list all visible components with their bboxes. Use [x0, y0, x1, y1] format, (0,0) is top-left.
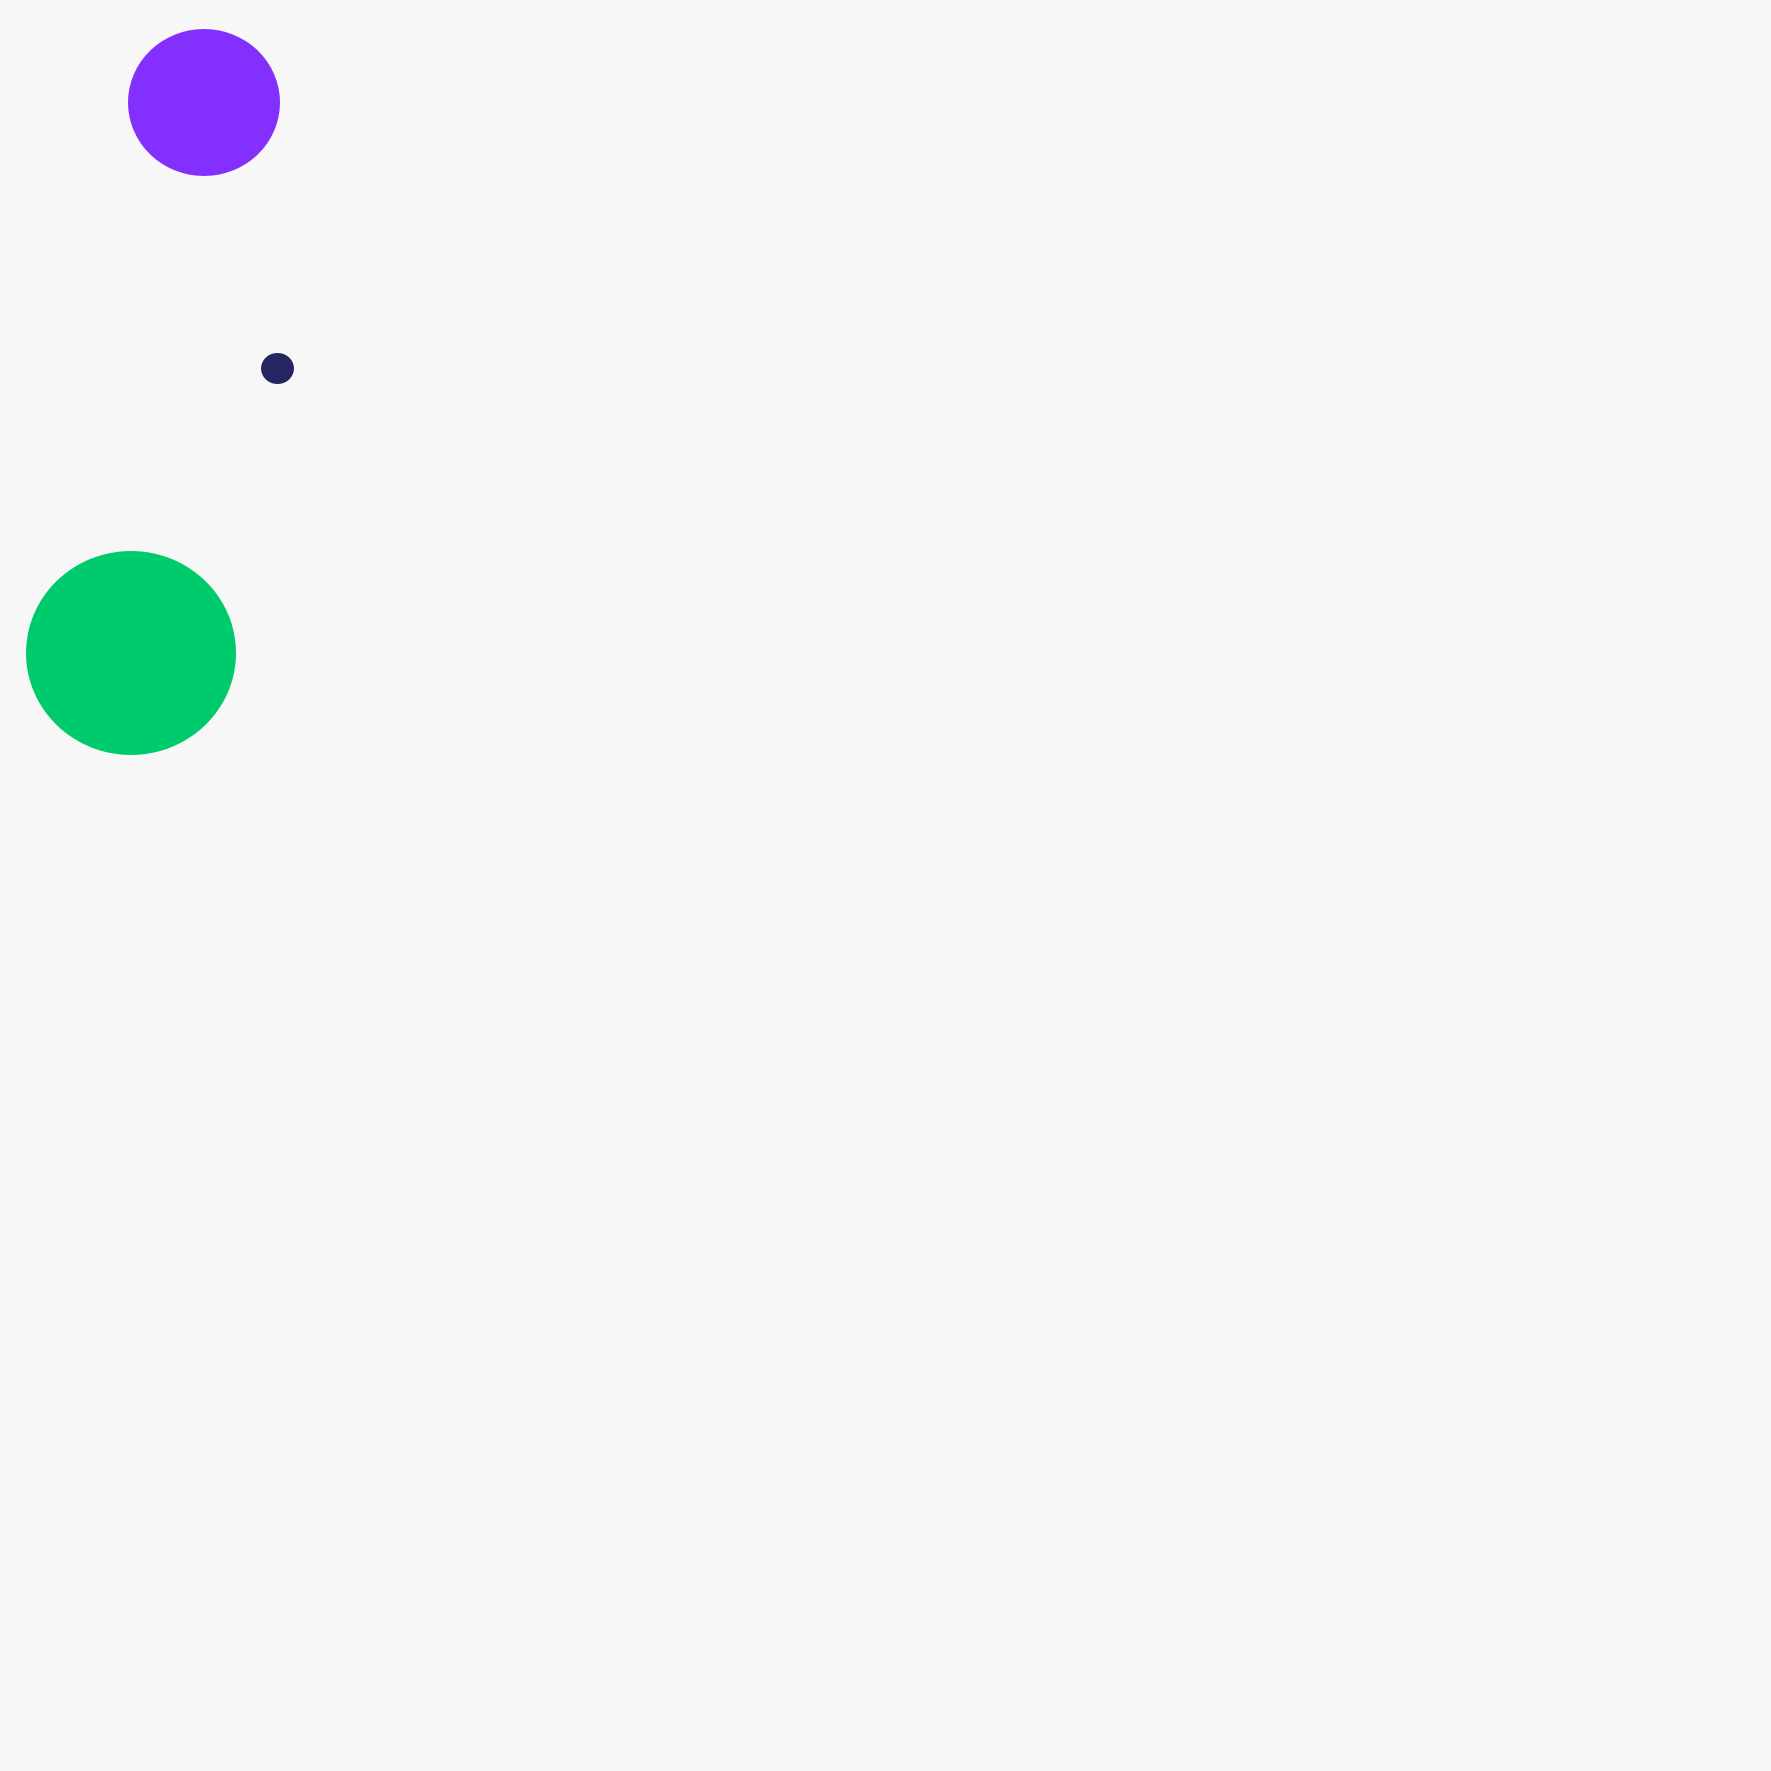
green-circle	[26, 551, 236, 755]
navy-dot	[261, 353, 294, 384]
purple-circle	[128, 29, 280, 176]
canvas	[0, 0, 1771, 1771]
